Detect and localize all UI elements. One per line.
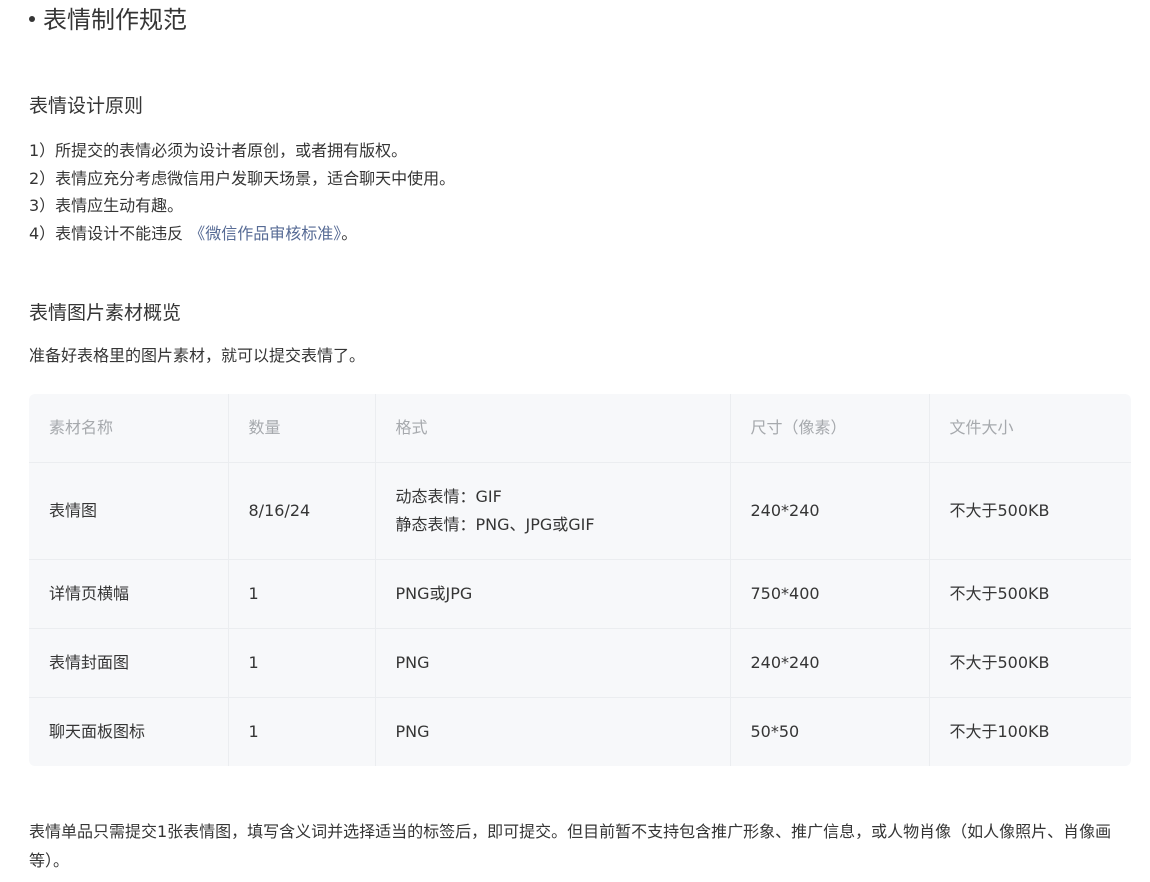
- materials-intro: 准备好表格里的图片素材，就可以提交表情了。: [29, 346, 366, 365]
- cell-filesize: 不大于500KB: [929, 628, 1131, 698]
- header-size: 尺寸（像素）: [730, 394, 930, 463]
- cell-name: 表情封面图: [29, 628, 229, 698]
- cell-name: 表情图: [29, 462, 229, 560]
- table-row: 详情页横幅 1 PNG或JPG 750*400 不大于500KB: [29, 559, 1131, 629]
- format-line: 静态表情：PNG、JPG或GIF: [395, 515, 595, 534]
- principle-item-2: 2）表情应充分考虑微信用户发聊天场景，适合聊天中使用。: [29, 169, 456, 188]
- principle-item-1: 1）所提交的表情必须为设计者原创，或者拥有版权。: [29, 141, 408, 160]
- cell-format: 动态表情：GIF 静态表情：PNG、JPG或GIF: [375, 462, 731, 560]
- review-standard-link[interactable]: 《微信作品审核标准》: [183, 224, 341, 243]
- cell-count: 8/16/24: [228, 462, 376, 560]
- materials-table: 素材名称 数量 格式 尺寸（像素） 文件大小 表情图 8/16/24 动态表情：…: [29, 394, 1131, 766]
- page-title: 表情制作规范: [29, 4, 187, 36]
- cell-count: 1: [228, 628, 376, 698]
- cell-size: 50*50: [730, 697, 930, 766]
- cell-format: PNG或JPG: [375, 559, 731, 629]
- header-format: 格式: [375, 394, 731, 463]
- cell-format: PNG: [375, 628, 731, 698]
- table-row: 聊天面板图标 1 PNG 50*50 不大于100KB: [29, 697, 1131, 766]
- principle-item-4-prefix: 4）表情设计不能违反: [29, 224, 184, 243]
- submission-note: 表情单品只需提交1张表情图，填写含义词并选择适当的标签后，即可提交。但目前暂不支…: [29, 822, 1112, 870]
- materials-heading: 表情图片素材概览: [29, 302, 182, 324]
- principle-item-3: 3）表情应生动有趣。: [29, 196, 184, 215]
- table-row: 表情图 8/16/24 动态表情：GIF 静态表情：PNG、JPG或GIF 24…: [29, 462, 1131, 560]
- cell-filesize: 不大于500KB: [929, 559, 1131, 629]
- principle-item-4-suffix: 。: [341, 224, 358, 243]
- cell-size: 240*240: [730, 462, 930, 560]
- cell-format: PNG: [375, 697, 731, 766]
- cell-name: 聊天面板图标: [29, 697, 229, 766]
- header-filesize: 文件大小: [929, 394, 1131, 463]
- bullet-icon: [29, 16, 35, 22]
- cell-size: 750*400: [730, 559, 930, 629]
- table-row: 表情封面图 1 PNG 240*240 不大于500KB: [29, 628, 1131, 698]
- format-line: 动态表情：GIF: [395, 487, 502, 506]
- page-title-text: 表情制作规范: [43, 6, 187, 34]
- header-count: 数量: [228, 394, 376, 463]
- principle-item-4: 4）表情设计不能违反 《微信作品审核标准》。: [29, 220, 357, 248]
- cell-size: 240*240: [730, 628, 930, 698]
- cell-filesize: 不大于100KB: [949, 722, 1050, 741]
- cell-name: 详情页横幅: [29, 559, 229, 629]
- cell-filesize: 不大于500KB: [929, 462, 1131, 560]
- header-name: 素材名称: [29, 394, 229, 463]
- cell-count: 1: [228, 559, 376, 629]
- design-principles-heading: 表情设计原则: [29, 95, 144, 117]
- table-header-row: 素材名称 数量 格式 尺寸（像素） 文件大小: [29, 394, 1131, 463]
- cell-count: 1: [228, 697, 376, 766]
